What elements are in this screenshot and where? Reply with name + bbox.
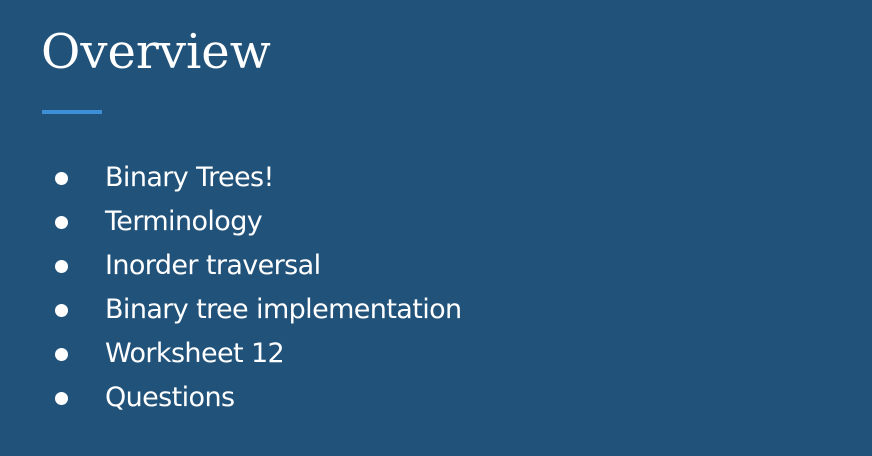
slide: Overview Binary Trees! Terminology Inord… bbox=[0, 0, 872, 456]
bullet-text: Binary tree implementation bbox=[105, 294, 462, 325]
bullet-dot-icon bbox=[55, 172, 68, 185]
bullet-text: Worksheet 12 bbox=[105, 338, 285, 369]
slide-title: Overview bbox=[41, 24, 271, 80]
title-accent-rule bbox=[42, 110, 102, 114]
bullet-text: Binary Trees! bbox=[105, 162, 274, 193]
bullet-text: Terminology bbox=[105, 206, 263, 237]
bullet-dot-icon bbox=[55, 216, 68, 229]
bullet-dot-icon bbox=[55, 260, 68, 273]
bullet-dot-icon bbox=[55, 304, 68, 317]
bullet-dot-icon bbox=[55, 392, 68, 405]
bullet-dot-icon bbox=[55, 348, 68, 361]
bullet-text: Inorder traversal bbox=[105, 250, 321, 281]
bullet-text: Questions bbox=[105, 382, 235, 413]
